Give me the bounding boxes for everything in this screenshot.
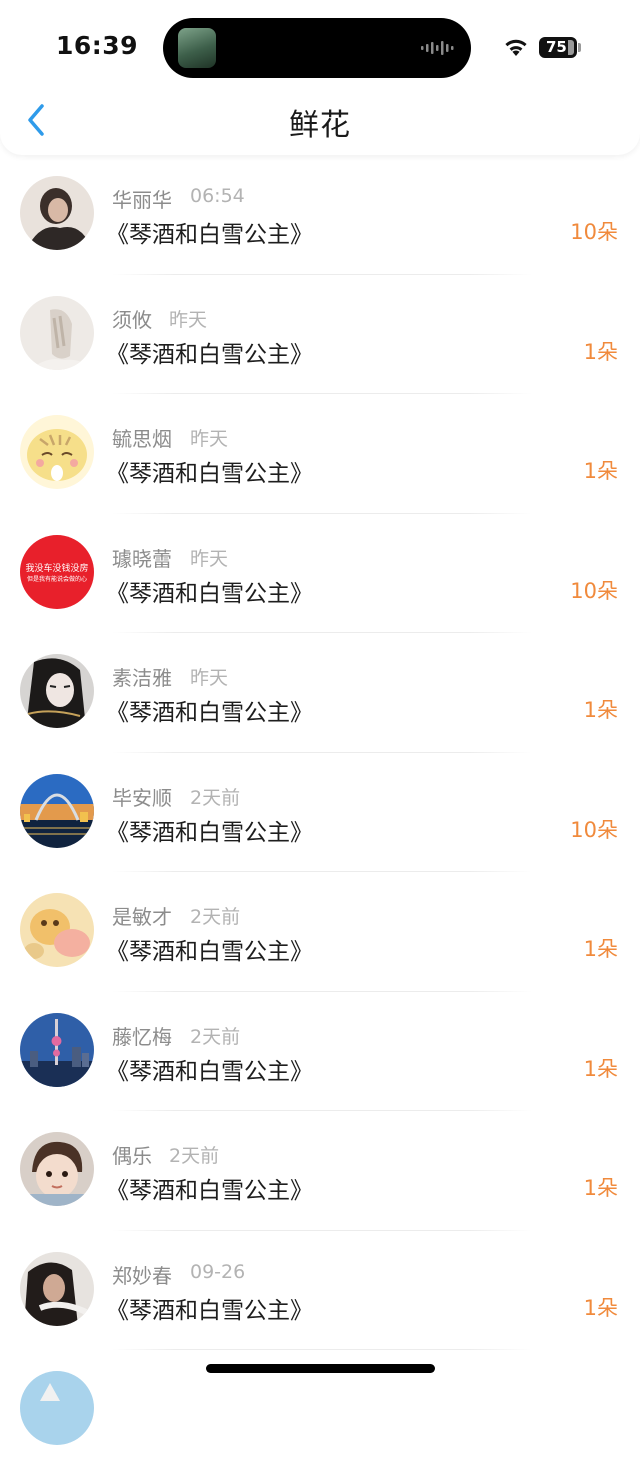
gift-time: 09-26	[190, 1260, 246, 1283]
flower-count: 1朵	[583, 698, 618, 722]
list-item[interactable]: 毕安顺 2天前 《琴酒和白雪公主》 10朵	[0, 753, 640, 872]
list-item[interactable]: 是敏才 2天前 《琴酒和白雪公主》 1朵	[0, 872, 640, 992]
sender-name: 华丽华	[112, 188, 172, 212]
sender-name: 藤忆梅	[112, 1024, 172, 1049]
flower-count: 10朵	[570, 578, 618, 603]
list-item[interactable]: 我没车没钱没房 但是我有能说会做的心 璩晓蕾 昨天 《琴酒和白雪公主》 10朵	[0, 514, 640, 633]
flower-count: 1朵	[583, 1295, 618, 1320]
book-title[interactable]: 《琴酒和白雪公主》	[106, 574, 313, 608]
gift-time: 2天前	[190, 906, 241, 928]
battery-tip	[578, 43, 581, 52]
status-time: 16:39	[56, 31, 139, 60]
flower-count: 1朵	[583, 1176, 618, 1200]
sender-name: 须攸	[112, 307, 152, 332]
sender-name: 是敏才	[112, 905, 172, 929]
flower-count: 10朵	[570, 817, 618, 842]
wifi-icon	[505, 39, 527, 56]
sender-name: 毕安顺	[112, 785, 172, 810]
gift-time: 2天前	[190, 1025, 241, 1048]
avatar-caption-line-1: 我没车没钱没房	[25, 563, 89, 574]
battery-indicator: 75	[539, 37, 577, 58]
book-title[interactable]: 《琴酒和白雪公主》	[106, 693, 313, 727]
list-item[interactable]: 偶乐 2天前 《琴酒和白雪公主》 1朵	[0, 1111, 640, 1231]
gift-time: 昨天	[169, 308, 208, 331]
list-item[interactable]: 素洁雅 昨天 《琴酒和白雪公主》 1朵	[0, 633, 640, 753]
flower-count: 10朵	[570, 220, 618, 244]
audio-wave-icon	[421, 41, 454, 55]
flower-gift-list: 华丽华 06:54 《琴酒和白雪公主》 10朵 须攸 昨天 《琴酒和白雪公主》 …	[0, 155, 640, 1470]
list-item[interactable]: 华丽华 06:54 《琴酒和白雪公主》 10朵	[0, 155, 640, 275]
avatar[interactable]	[20, 295, 94, 370]
sender-name: 毓思烟	[112, 427, 172, 451]
home-indicator[interactable]	[206, 1364, 435, 1373]
navigation-header: 16:39 75 鲜花	[0, 0, 640, 155]
avatar[interactable]	[20, 1012, 94, 1087]
book-title[interactable]: 《琴酒和白雪公主》	[106, 335, 313, 369]
sender-name: 偶乐	[112, 1144, 152, 1168]
list-item[interactable]: 须攸 昨天 《琴酒和白雪公主》 1朵	[0, 275, 640, 394]
gift-time: 2天前	[190, 786, 241, 809]
avatar[interactable]	[20, 1132, 94, 1206]
now-playing-thumbnail	[178, 28, 216, 68]
avatar[interactable]	[20, 1251, 94, 1326]
flower-count: 1朵	[583, 339, 618, 364]
sender-name: 郑妙春	[112, 1263, 172, 1288]
gift-time: 2天前	[169, 1145, 220, 1167]
book-title[interactable]: 《琴酒和白雪公主》	[106, 813, 313, 847]
sender-name: 璩晓蕾	[112, 546, 172, 571]
flower-count: 1朵	[583, 1056, 618, 1081]
list-item[interactable]: 郑妙春 09-26 《琴酒和白雪公主》 1朵	[0, 1231, 640, 1350]
flower-count: 1朵	[583, 937, 618, 961]
avatar[interactable]	[20, 893, 94, 967]
list-item[interactable]: 毓思烟 昨天 《琴酒和白雪公主》 1朵	[0, 394, 640, 514]
book-title[interactable]: 《琴酒和白雪公主》	[106, 1171, 313, 1205]
book-title[interactable]: 《琴酒和白雪公主》	[106, 1052, 313, 1086]
gift-time: 昨天	[190, 667, 229, 689]
battery-level: 75	[546, 38, 567, 56]
book-title[interactable]: 《琴酒和白雪公主》	[106, 932, 313, 966]
avatar[interactable]	[20, 773, 94, 848]
gift-time: 昨天	[190, 428, 229, 450]
dynamic-island[interactable]	[163, 18, 471, 78]
avatar[interactable]	[20, 654, 94, 728]
book-title[interactable]: 《琴酒和白雪公主》	[106, 1291, 313, 1325]
avatar[interactable]	[20, 176, 94, 250]
avatar[interactable]	[20, 415, 94, 489]
gift-time: 06:54	[190, 185, 245, 207]
book-title[interactable]: 《琴酒和白雪公主》	[106, 454, 313, 488]
page-title: 鲜花	[289, 108, 351, 143]
avatar-caption-line-2: 但是我有能说会做的心	[26, 575, 87, 583]
avatar[interactable]: 我没车没钱没房 但是我有能说会做的心	[20, 534, 94, 609]
avatar[interactable]	[20, 1371, 94, 1445]
flower-count: 1朵	[583, 459, 618, 483]
list-item[interactable]: 藤忆梅 2天前 《琴酒和白雪公主》 1朵	[0, 992, 640, 1111]
book-title[interactable]: 《琴酒和白雪公主》	[106, 215, 313, 249]
sender-name: 素洁雅	[112, 666, 172, 690]
gift-time: 昨天	[190, 547, 229, 570]
